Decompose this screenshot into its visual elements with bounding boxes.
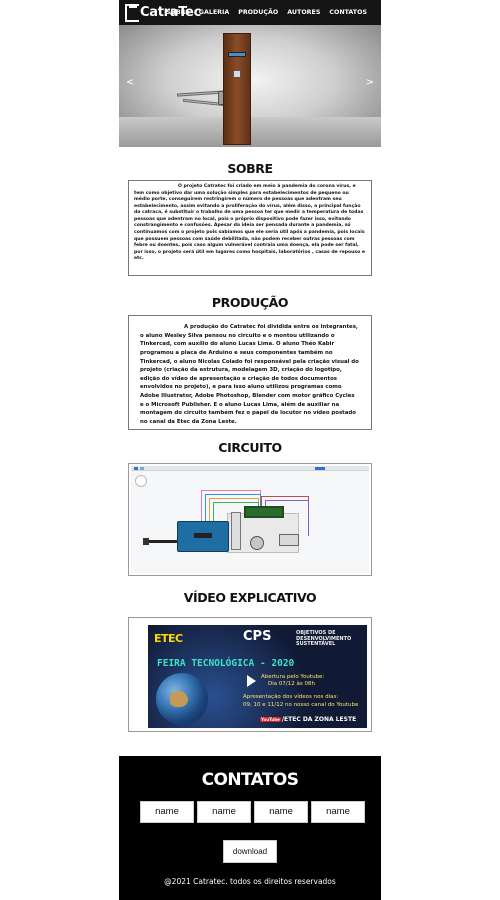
contact-footer: CONTATOS name name name name download @2…	[119, 756, 381, 900]
earth-image	[156, 673, 208, 725]
usb-cable	[145, 540, 179, 543]
section-title-contatos: CONTATOS	[201, 770, 299, 790]
slider-next-arrow-icon[interactable]: >	[366, 77, 374, 88]
sobre-text: O projeto Catratec foi criado em meio à …	[134, 184, 366, 262]
nav-link-autores[interactable]: AUTORES	[287, 9, 320, 16]
contact-name-field[interactable]: name	[311, 801, 365, 823]
cps-logo: CPS	[243, 629, 272, 644]
sobre-textbox: O projeto Catratec foi criado em meio à …	[128, 180, 372, 276]
copyright-text: @2021 Catratec. todos os direitos reserv…	[164, 877, 336, 886]
contact-name-field[interactable]: name	[254, 801, 308, 823]
logo-icon	[125, 3, 139, 22]
lcd-display	[244, 506, 284, 518]
video-info-line: Apresentação dos vídeos nos dias:	[243, 694, 339, 700]
top-navbar: CatraTec SOBRE GALERIA PRODUÇÃO AUTORES …	[119, 0, 381, 25]
dc-motor	[250, 536, 264, 550]
nav-links: SOBRE GALERIA PRODUÇÃO AUTORES CONTATOS	[166, 0, 367, 25]
contact-name-field[interactable]: name	[140, 801, 194, 823]
nav-link-contatos[interactable]: CONTATOS	[329, 9, 367, 16]
tinkercad-canvas	[131, 466, 369, 573]
video-embed[interactable]: ETEC CPS OBJETIVOS DE DESENVOLVIMENTO SU…	[128, 617, 372, 732]
producao-textbox: A produção do Catratec foi dividida entr…	[128, 315, 372, 430]
page: CatraTec SOBRE GALERIA PRODUÇÃO AUTORES …	[119, 0, 381, 900]
zoom-fit-icon	[135, 475, 147, 487]
turnstile-screen	[228, 52, 246, 57]
tinkercad-toolbar	[131, 466, 369, 471]
hero-slider: < >	[119, 25, 381, 147]
youtube-icon: YouTube	[260, 717, 281, 722]
temperature-sensor	[279, 534, 299, 546]
section-title-producao: PRODUÇÃO	[211, 295, 289, 310]
turnstile-pillar	[223, 33, 251, 145]
arduino-board	[177, 521, 229, 552]
etec-logo: ETEC	[154, 632, 183, 645]
section-title-sobre: SOBRE	[227, 161, 273, 176]
nav-link-producao[interactable]: PRODUÇÃO	[238, 9, 278, 16]
nav-link-galeria[interactable]: GALERIA	[199, 9, 229, 16]
video-banner-title: FEIRA TECNOLÓGICA - 2020	[157, 658, 295, 669]
slider-prev-arrow-icon[interactable]: <	[126, 77, 134, 88]
ultrasonic-sensor	[231, 512, 241, 550]
section-title-circuito: CIRCUITO	[218, 440, 282, 455]
video-info-line: Dia 07/12 às 08h	[268, 681, 315, 687]
producao-text: A produção do Catratec foi dividida entr…	[140, 324, 359, 426]
download-button[interactable]: download	[223, 840, 277, 863]
video-thumbnail: ETEC CPS OBJETIVOS DE DESENVOLVIMENTO SU…	[148, 625, 367, 728]
turnstile-sensor	[233, 70, 241, 78]
video-info-line: 09, 10 e 11/12 no nosso canal do Youtube	[243, 702, 359, 708]
nav-link-sobre[interactable]: SOBRE	[166, 9, 190, 16]
contact-name-field[interactable]: name	[197, 801, 251, 823]
usb-plug	[143, 538, 149, 545]
ods-logo: OBJETIVOS DE DESENVOLVIMENTO SUSTENTÁVEL	[296, 630, 352, 647]
channel-name: /ETEC DA ZONA LESTE	[281, 716, 357, 723]
circuit-image[interactable]	[128, 463, 372, 576]
youtube-channel-label: YouTube/ETEC DA ZONA LESTE	[260, 716, 356, 723]
section-title-video: VÍDEO EXPLICATIVO	[183, 590, 317, 605]
play-icon[interactable]	[247, 675, 256, 687]
video-info-line: Abertura pelo Youtube:	[261, 674, 325, 680]
